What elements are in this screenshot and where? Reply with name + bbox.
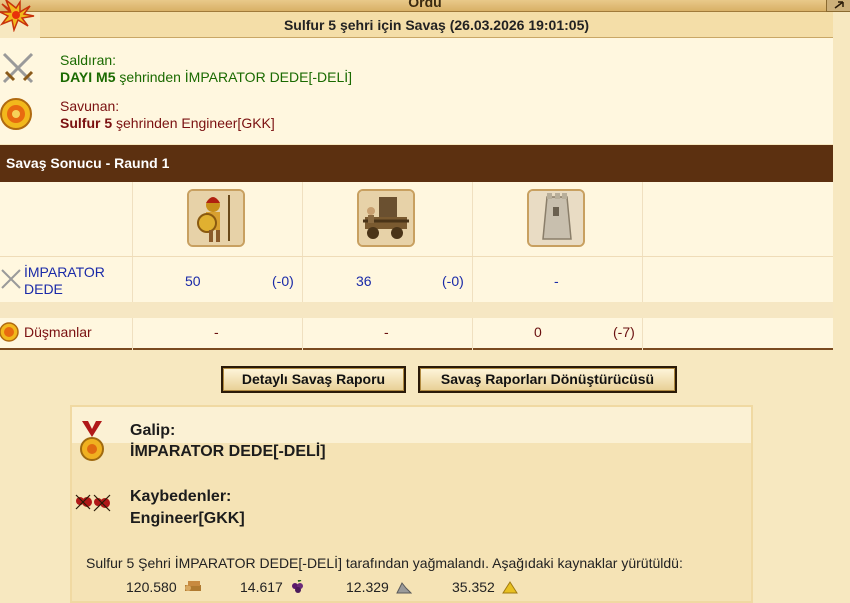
minimize-button[interactable] bbox=[826, 0, 850, 12]
grid-divider bbox=[472, 182, 473, 350]
grid-divider bbox=[642, 182, 643, 350]
row-spacer bbox=[0, 302, 833, 318]
shield-icon bbox=[0, 98, 32, 130]
battle-summary: Galip: İMPARATOR DEDE[-DELİ] Kaybedenler… bbox=[70, 405, 753, 603]
imparator-name-line2: DEDE bbox=[24, 281, 63, 297]
unit-count: 50 bbox=[185, 273, 201, 289]
resource-amount: 14.617 bbox=[240, 579, 283, 595]
corner-arrow-icon bbox=[834, 1, 844, 9]
imparator-name-line1: İMPARATOR bbox=[24, 264, 105, 280]
row-separator bbox=[0, 256, 833, 257]
resource-amount: 12.329 bbox=[346, 579, 389, 595]
window-title-bar: Ordu bbox=[0, 0, 850, 12]
unit-count: 0 bbox=[534, 324, 542, 340]
participants-panel: Saldıran: DAYI M5 şehrinden İMPARATOR DE… bbox=[0, 38, 833, 144]
unit-loss: (-0) bbox=[442, 273, 464, 289]
resource-amount: 120.580 bbox=[126, 579, 177, 595]
attacker-owner: şehrinden İMPARATOR DEDE[-DELİ] bbox=[115, 69, 353, 85]
winner-name: İMPARATOR DEDE[-DELİ] bbox=[130, 443, 326, 460]
grid-divider bbox=[302, 182, 303, 350]
unit-count: - bbox=[214, 324, 219, 340]
unit-loss: (-7) bbox=[613, 324, 635, 340]
units-grid: İMPARATOR DEDE 50 (-0) 36 (-0) - Düşmanl… bbox=[0, 182, 833, 350]
battle-result-bar: Savaş Sonucu - Raund 1 bbox=[0, 145, 833, 182]
winner-label: Galip: bbox=[130, 422, 176, 439]
losers-label: Kaybedenler: bbox=[130, 488, 232, 505]
enemies-name[interactable]: Düşmanlar bbox=[24, 324, 92, 340]
hoplite-icon[interactable] bbox=[187, 189, 245, 247]
resource-amount: 35.352 bbox=[452, 579, 495, 595]
battle-burst-icon bbox=[0, 0, 35, 32]
battering-ram-icon[interactable] bbox=[357, 189, 415, 247]
attacker-label: Saldıran: bbox=[60, 52, 117, 68]
defender-label: Savunan: bbox=[60, 98, 120, 114]
attacker-line: DAYI M5 şehrinden İMPARATOR DEDE[-DELİ] bbox=[60, 69, 352, 85]
defeated-ants-icon bbox=[75, 494, 111, 512]
wine-icon bbox=[291, 579, 303, 593]
unit-count: - bbox=[384, 324, 389, 340]
wood-icon bbox=[184, 581, 201, 591]
unit-loss: (-0) bbox=[272, 273, 294, 289]
wall-icon[interactable] bbox=[527, 189, 585, 247]
plunder-text: Sulfur 5 Şehri İMPARATOR DEDE[-DELİ] tar… bbox=[86, 555, 683, 571]
crossed-swords-icon bbox=[2, 52, 34, 84]
unit-count: - bbox=[554, 273, 559, 289]
resource-wood: 120.580 bbox=[126, 579, 202, 595]
shield-icon bbox=[0, 322, 19, 342]
resource-marble: 12.329 bbox=[346, 579, 412, 595]
grid-divider bbox=[132, 182, 133, 350]
detailed-report-button[interactable]: Detaylı Savaş Raporu bbox=[221, 366, 406, 393]
medal-icon bbox=[80, 421, 104, 461]
unit-count: 36 bbox=[356, 273, 372, 289]
defender-city[interactable]: Sulfur 5 bbox=[60, 115, 112, 131]
report-converter-button[interactable]: Savaş Raporları Dönüştürücüsü bbox=[418, 366, 677, 393]
sulfur-icon bbox=[501, 581, 518, 594]
resource-sulfur: 35.352 bbox=[452, 579, 518, 595]
resource-wine: 14.617 bbox=[240, 579, 306, 595]
defender-line: Sulfur 5 şehrinden Engineer[GKK] bbox=[60, 115, 275, 131]
imparator-name[interactable]: İMPARATOR DEDE bbox=[24, 264, 105, 298]
defender-owner: şehrinden Engineer[GKK] bbox=[112, 115, 275, 131]
losers-name: Engineer[GKK] bbox=[130, 510, 245, 527]
battle-header: Sulfur 5 şehri için Savaş (26.03.2026 19… bbox=[40, 12, 833, 38]
marble-icon bbox=[395, 582, 412, 594]
attacker-city[interactable]: DAYI M5 bbox=[60, 69, 116, 85]
window-title: Ordu bbox=[408, 0, 442, 10]
crossed-swords-icon bbox=[1, 269, 21, 289]
